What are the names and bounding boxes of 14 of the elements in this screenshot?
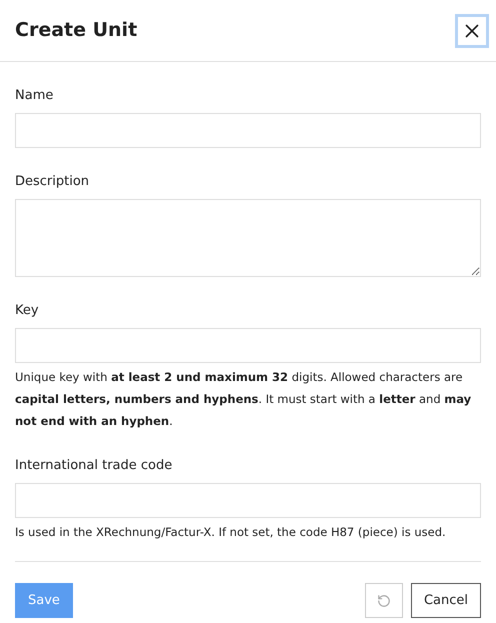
description-field[interactable] — [15, 199, 481, 277]
input-field[interactable] — [15, 328, 481, 363]
input-field[interactable] — [15, 483, 481, 518]
close-button[interactable] — [455, 14, 489, 48]
field-label: Key — [15, 302, 40, 320]
field-label: Name — [15, 87, 54, 105]
field-label: International trade code — [15, 457, 174, 475]
help-text: Is used in the XRechnung/Factur-X. If not set, the code H87 (piece) is used. — [15, 524, 447, 541]
help-text: Unique key with at least 2 und maximum 32 digits. Allowed characters are capital letters, numbers and hyphens. It must start with a letter and may not end with an hyphen. — [15, 369, 472, 430]
undo-icon — [376, 594, 391, 608]
input-field[interactable] — [15, 113, 481, 148]
dialog-title: Create Unit — [15, 18, 138, 44]
cancel-button[interactable]: Cancel — [410, 583, 481, 618]
field-label: Description — [15, 173, 90, 191]
